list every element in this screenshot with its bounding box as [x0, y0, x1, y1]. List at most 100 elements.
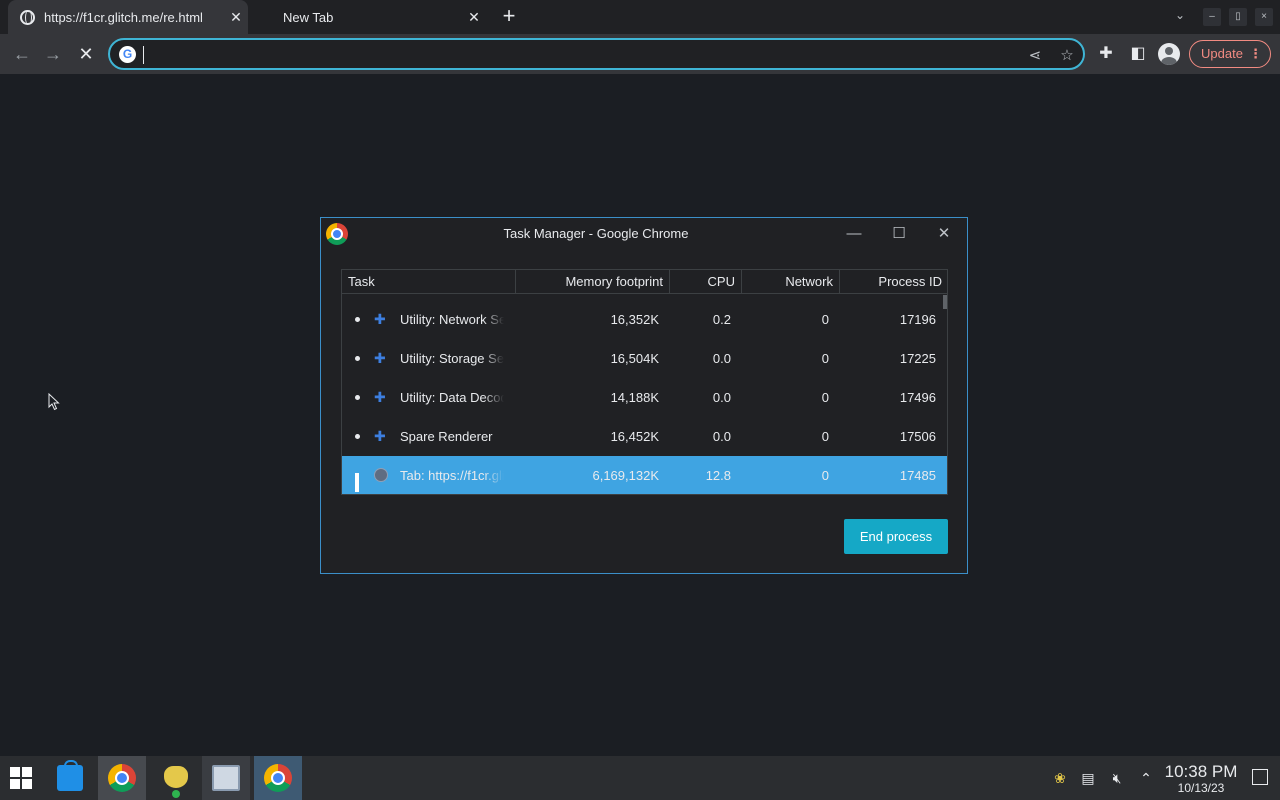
selection-indicator: [355, 473, 359, 492]
chrome-icon: [108, 764, 136, 792]
column-header-network[interactable]: Network: [742, 270, 840, 293]
address-input[interactable]: [146, 44, 1006, 66]
tab-title: https://f1cr.glitch.me/re.html: [44, 9, 203, 25]
network-value: 0: [821, 351, 829, 366]
system-monitor-icon: [212, 765, 240, 791]
bullet-icon: [355, 395, 360, 400]
pid-value: 17196: [899, 312, 936, 327]
task-name: Utility: Storage Service: [400, 351, 504, 366]
mouse-cursor-icon: [48, 393, 60, 411]
network-value: 0: [821, 468, 829, 483]
pid-value: 17506: [899, 429, 936, 444]
cpu-value: 0.0: [712, 390, 731, 405]
dialog-titlebar: Task Manager - Google Chrome — ☐ ✕: [321, 218, 967, 250]
chrome-icon: [264, 764, 292, 792]
tab-search-icon[interactable]: ⌄: [1170, 8, 1190, 26]
taskbar-app-chrome[interactable]: [98, 756, 146, 800]
task-manager-dialog: Task Manager - Google Chrome — ☐ ✕ Task …: [320, 217, 968, 574]
column-header-memory[interactable]: Memory footprint: [516, 270, 670, 293]
start-icon[interactable]: [10, 767, 32, 789]
process-table: Task Memory footprint CPU Network Proces…: [341, 269, 948, 495]
memory-value: 16,352K: [610, 312, 659, 327]
volume-muted-icon[interactable]: 🔇︎: [1107, 768, 1127, 788]
column-header-task[interactable]: Task: [342, 270, 516, 293]
dialog-close-icon[interactable]: ✕: [933, 224, 955, 244]
tab-close-icon[interactable]: ✕: [224, 9, 248, 26]
tab-active[interactable]: https://f1cr.glitch.me/re.html ✕: [8, 0, 248, 34]
pid-value: 17225: [899, 351, 936, 366]
taskbar-app-chrome-2[interactable]: [254, 756, 302, 800]
network-value: 0: [821, 429, 829, 444]
back-icon[interactable]: ←: [10, 42, 34, 66]
table-row[interactable]: ✚ Utility: Storage Service 16,504K 0.0 0…: [342, 339, 947, 378]
task-name: Spare Renderer: [400, 429, 493, 444]
puzzle-icon: ✚: [374, 311, 386, 327]
pid-value: 17496: [899, 390, 936, 405]
task-name: Utility: Data Decoder: [400, 390, 504, 405]
table-row-selected[interactable]: Tab: https://f1cr.glitch.me 6,169,132K 1…: [342, 456, 947, 494]
dialog-minimize-icon[interactable]: —: [843, 224, 865, 244]
omnibox[interactable]: G ⋖ ☆: [108, 38, 1085, 70]
bee-icon[interactable]: [164, 766, 188, 798]
cpu-value: 12.8: [705, 468, 731, 483]
memory-value: 6,169,132K: [592, 468, 659, 483]
cpu-value: 0.0: [712, 351, 731, 366]
cpu-value: 0.2: [712, 312, 731, 327]
memory-value: 16,504K: [610, 351, 659, 366]
table-row[interactable]: ✚ Utility: Network Service 16,352K 0.2 0…: [342, 300, 947, 339]
network-value: 0: [821, 312, 829, 327]
clock-time[interactable]: 10:38 PM: [1160, 763, 1242, 781]
tab-close-icon[interactable]: ✕: [462, 9, 486, 26]
notifications-icon[interactable]: [1252, 769, 1268, 785]
globe-icon: [20, 9, 35, 25]
forward-icon[interactable]: →: [41, 42, 65, 66]
update-button[interactable]: Update ⋮: [1189, 40, 1271, 68]
browser-toolbar: ← → ✕ G ⋖ ☆ ✚ ◧ Update ⋮: [0, 34, 1280, 74]
window-minimize-button[interactable]: –: [1203, 8, 1221, 26]
bullet-icon: [355, 356, 360, 361]
tray-bee-icon[interactable]: ❀: [1050, 768, 1070, 788]
table-row[interactable]: ✚ Utility: Data Decoder 14,188K 0.0 0 17…: [342, 378, 947, 417]
taskbar: ❀ ▤ 🔇︎ ⌃ 10:38 PM 10/13/23: [0, 756, 1280, 800]
puzzle-icon: ✚: [374, 428, 386, 444]
taskbar-app-monitor[interactable]: [202, 756, 250, 800]
update-label: Update: [1201, 46, 1243, 61]
new-tab-button[interactable]: +: [496, 5, 522, 29]
column-header-cpu[interactable]: CPU: [670, 270, 742, 293]
window-restore-button[interactable]: ▯: [1229, 8, 1247, 26]
extensions-puzzle-icon[interactable]: ✚: [1094, 42, 1118, 66]
menu-dots-icon: ⋮: [1249, 46, 1262, 61]
tab-new-tab[interactable]: New Tab ✕: [250, 0, 486, 34]
profile-avatar-icon[interactable]: [1158, 43, 1180, 65]
memory-value: 16,452K: [610, 429, 659, 444]
side-panel-icon[interactable]: ◧: [1126, 42, 1150, 66]
puzzle-icon: ✚: [374, 389, 386, 405]
clipboard-icon[interactable]: ▤: [1078, 768, 1098, 788]
globe-icon: [374, 468, 388, 482]
tab-strip: https://f1cr.glitch.me/re.html ✕ New Tab…: [0, 0, 1280, 34]
clock-date[interactable]: 10/13/23: [1160, 781, 1242, 795]
bullet-icon: [355, 434, 360, 439]
puzzle-icon: ✚: [374, 350, 386, 366]
table-scrollbar[interactable]: [943, 295, 947, 309]
bookmark-star-icon[interactable]: ☆: [1057, 46, 1077, 66]
google-icon: G: [119, 46, 136, 63]
text-caret: [143, 46, 144, 64]
table-header: Task Memory footprint CPU Network Proces…: [342, 270, 947, 294]
share-icon[interactable]: ⋖: [1025, 46, 1045, 66]
end-process-button[interactable]: End process: [844, 519, 948, 554]
window-close-button[interactable]: ×: [1255, 8, 1273, 26]
dialog-title: Task Manager - Google Chrome: [503, 226, 689, 241]
bullet-icon: [355, 317, 360, 322]
dialog-maximize-icon[interactable]: ☐: [888, 224, 910, 244]
tray-expand-icon[interactable]: ⌃: [1136, 768, 1156, 788]
store-icon[interactable]: [57, 760, 83, 791]
cpu-value: 0.0: [712, 429, 731, 444]
network-value: 0: [821, 390, 829, 405]
stop-icon[interactable]: ✕: [74, 42, 98, 66]
table-row[interactable]: ✚ Spare Renderer 16,452K 0.0 0 17506: [342, 417, 947, 456]
pid-value: 17485: [899, 468, 936, 483]
task-name: Tab: https://f1cr.glitch.me: [400, 468, 504, 483]
column-header-process-id[interactable]: Process ID: [840, 270, 947, 293]
tab-title: New Tab: [283, 9, 334, 25]
